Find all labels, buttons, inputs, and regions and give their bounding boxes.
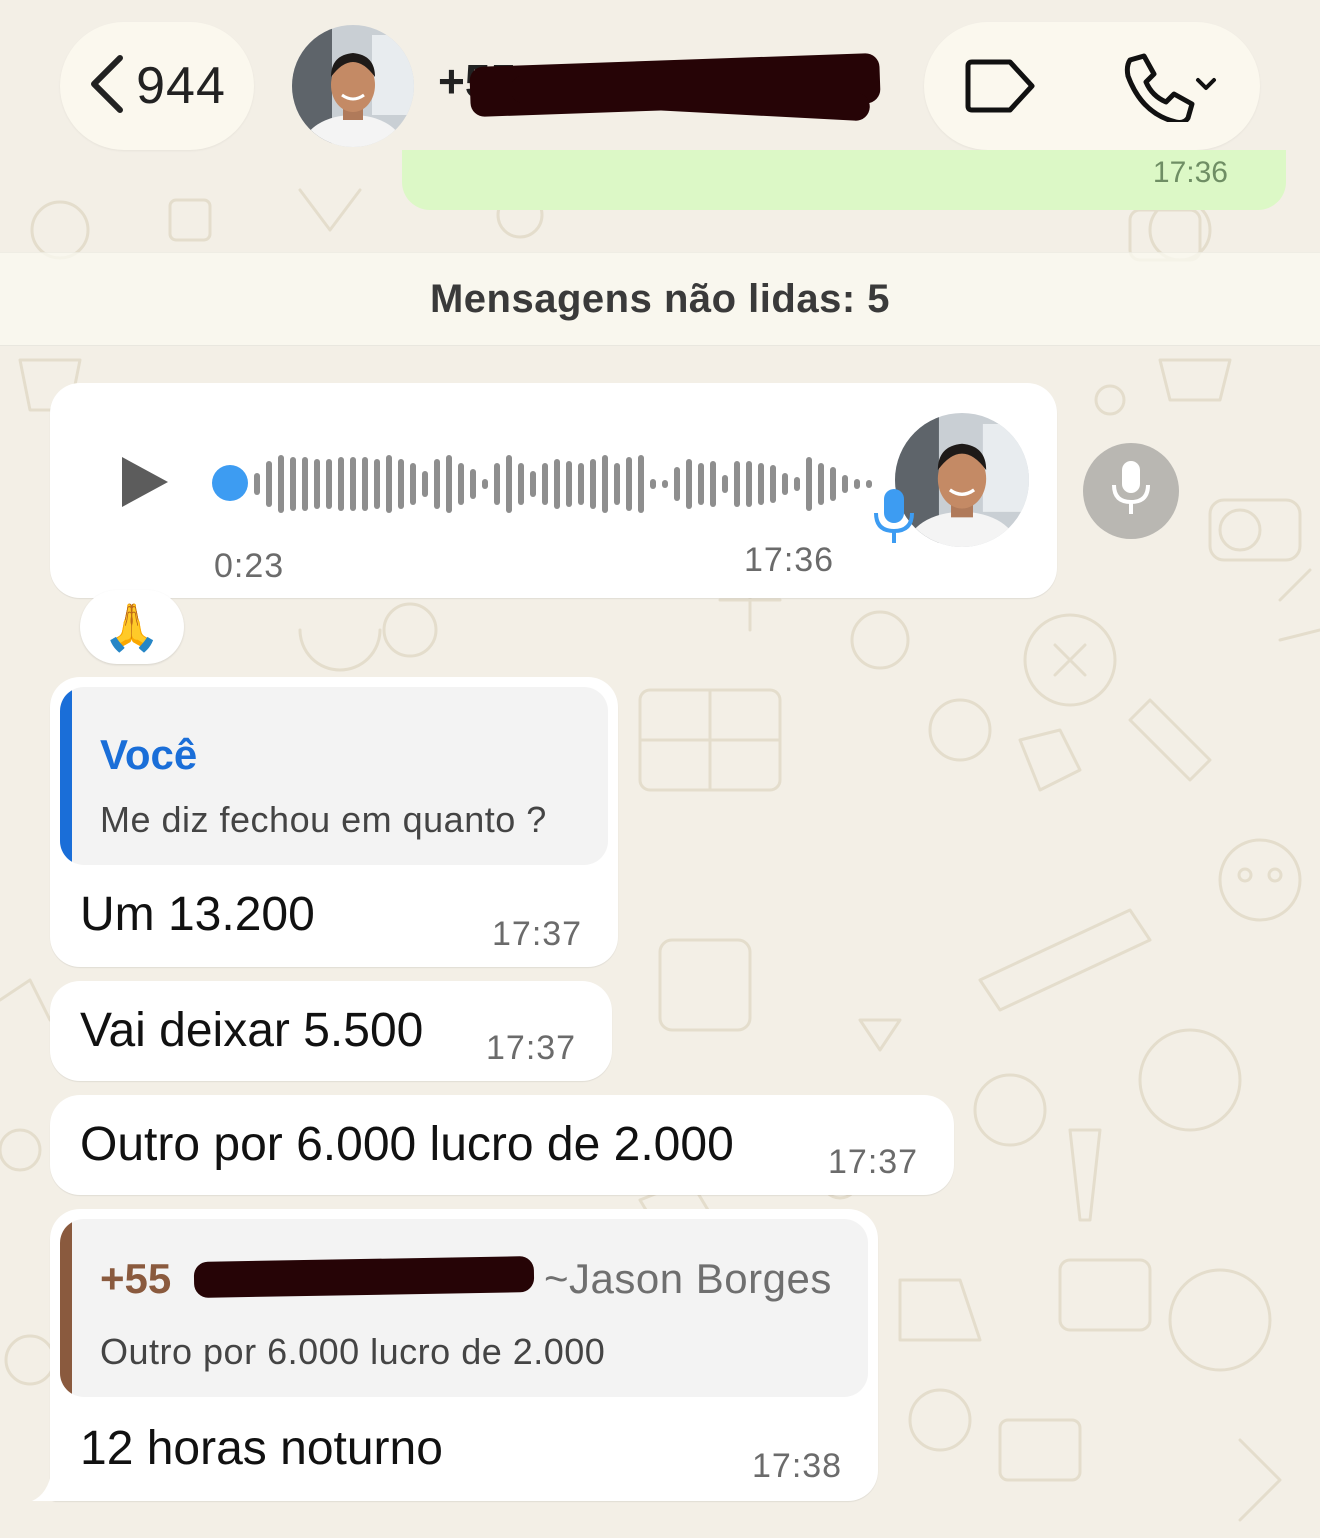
quoted-message[interactable]: +55 ~Jason Borges Outro por 6.000 lucro …: [60, 1219, 868, 1397]
incoming-message[interactable]: Outro por 6.000 lucro de 2.000 17:37: [50, 1095, 954, 1195]
play-icon[interactable]: [116, 453, 172, 516]
quote-text: Me diz fechou em quanto ?: [100, 799, 547, 840]
message-time: 17:36: [1152, 156, 1228, 189]
voice-message-bubble[interactable]: 0:23 17:36: [50, 383, 1057, 598]
previous-outgoing-message[interactable]: 17:36: [402, 150, 1286, 210]
praying-hands-emoji: 🙏: [103, 600, 161, 653]
message-time: 17:37: [492, 915, 583, 953]
phone-icon[interactable]: [1120, 52, 1220, 127]
message-time: 17:37: [486, 1029, 577, 1067]
message-text: Um 13.200: [80, 888, 315, 941]
unread-chats-count: 944: [136, 57, 226, 115]
message-time: 17:37: [828, 1143, 919, 1181]
unread-banner-text: Mensagens não lidas: 5: [429, 276, 891, 321]
quote-author-phone: +55: [100, 1255, 172, 1302]
quote-accent-bar: [60, 687, 72, 865]
message-time: 17:38: [752, 1447, 843, 1485]
incoming-message[interactable]: Vai deixar 5.500 17:37: [50, 981, 612, 1081]
redaction-mark: [193, 1256, 535, 1298]
message-time: 17:36: [744, 541, 835, 579]
header-actions: [924, 22, 1260, 150]
message-text: 12 horas noturno: [80, 1422, 443, 1475]
message-text: Outro por 6.000 lucro de 2.000: [80, 1118, 734, 1171]
unread-messages-banner: Mensagens não lidas: 5: [0, 252, 1320, 346]
voice-waveform[interactable]: [250, 449, 890, 519]
quote-author-name: ~Jason Borges: [544, 1255, 832, 1302]
mic-icon: [872, 487, 916, 552]
contact-avatar[interactable]: [292, 25, 414, 147]
mic-icon: [1111, 459, 1151, 524]
incoming-message[interactable]: +55 ~Jason Borges Outro por 6.000 lucro …: [50, 1209, 878, 1501]
incoming-message[interactable]: Você Me diz fechou em quanto ? Um 13.200…: [50, 677, 618, 967]
quoted-message[interactable]: Você Me diz fechou em quanto ?: [60, 687, 608, 865]
bubble-tail: [32, 1470, 70, 1501]
label-tag-icon[interactable]: [962, 58, 1036, 119]
voice-progress-handle[interactable]: [212, 465, 248, 501]
chevron-left-icon: [88, 54, 126, 119]
quote-text: Outro por 6.000 lucro de 2.000: [100, 1331, 606, 1372]
quote-author: Você: [100, 731, 198, 778]
message-reaction[interactable]: 🙏: [80, 590, 184, 664]
message-text: Vai deixar 5.500: [80, 1004, 424, 1057]
back-button[interactable]: 944: [60, 22, 254, 150]
voice-reply-button[interactable]: [1083, 443, 1179, 539]
quote-accent-bar: [60, 1219, 72, 1397]
voice-duration: 0:23: [214, 547, 285, 585]
